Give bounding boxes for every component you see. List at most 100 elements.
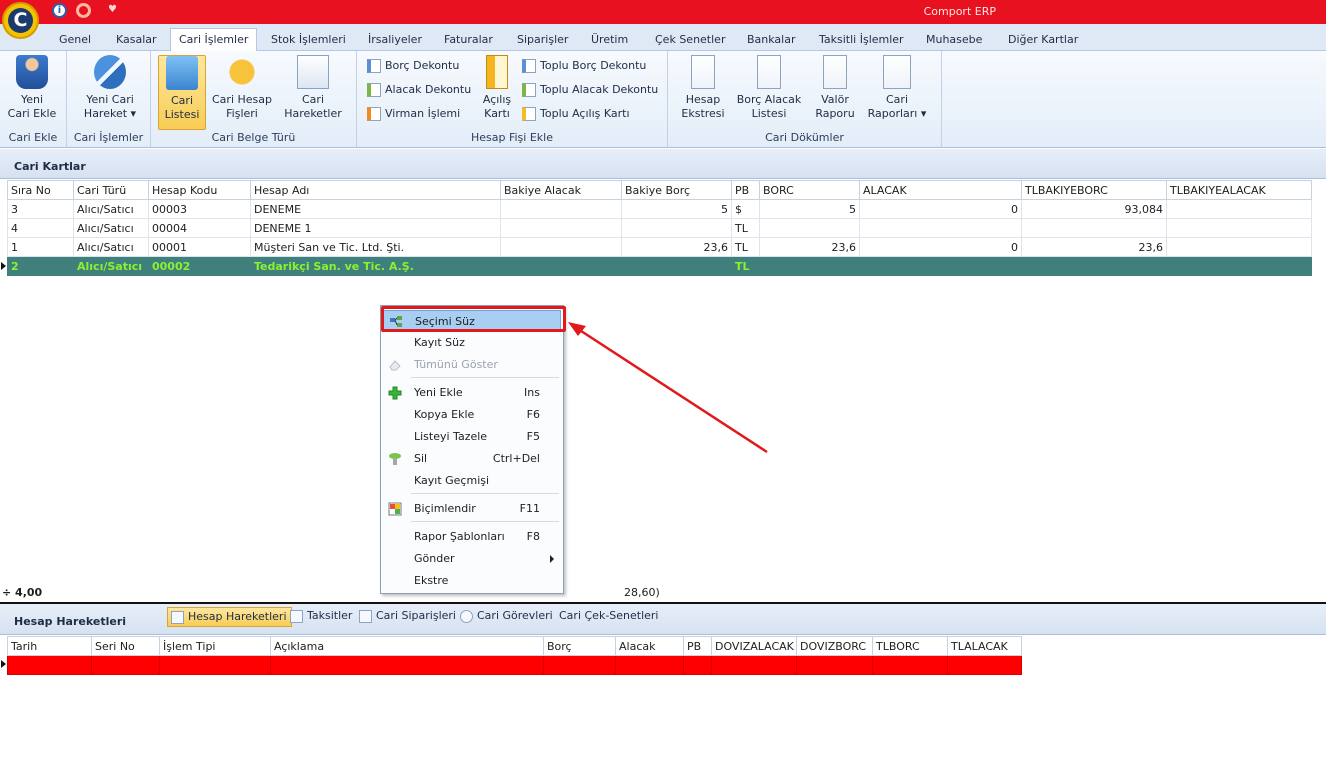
- table-row[interactable]: 3 Alıcı/Satıcı 00003 DENEME 5 $ 5 0 93,0…: [7, 199, 1312, 219]
- subtab-cari-cek-senetleri[interactable]: Cari Çek-Senetleri: [540, 607, 663, 627]
- column-header[interactable]: TLBAKIYEBORC: [1021, 180, 1167, 200]
- menu-item-tumunu-goster[interactable]: Tümünü Göster: [383, 354, 561, 376]
- cari-hesap-fisleri-button[interactable]: Cari Hesap Fişleri: [212, 55, 272, 121]
- borc-dekontu-button[interactable]: Borç Dekontu: [365, 57, 459, 75]
- column-header[interactable]: PB: [731, 180, 760, 200]
- panel-title: Cari Kartlar: [14, 160, 86, 173]
- tab-genel[interactable]: Genel: [51, 29, 99, 51]
- menu-item-kopya-ekle[interactable]: Kopya Ekle F6: [383, 404, 561, 426]
- column-header[interactable]: Alacak: [615, 636, 684, 656]
- yeni-cari-ekle-button[interactable]: Yeni Cari Ekle: [6, 55, 58, 121]
- table-row-selected[interactable]: 2 Alıcı/Satıcı 00002 Tedarikçi San. ve T…: [7, 256, 1312, 276]
- format-grid-icon: [388, 502, 402, 516]
- column-header[interactable]: Bakiye Borç: [621, 180, 732, 200]
- column-header[interactable]: İşlem Tipi: [159, 636, 271, 656]
- tab-bankalar[interactable]: Bankalar: [739, 29, 804, 51]
- menu-item-yeni-ekle[interactable]: Yeni Ekle Ins: [383, 382, 561, 404]
- info-icon[interactable]: i: [52, 3, 67, 18]
- grid-footer: ÷ 4,00 28,60): [0, 584, 1326, 602]
- virman-islemi-button[interactable]: Virman İşlemi: [365, 105, 460, 123]
- borc-alacak-listesi-button[interactable]: Borç Alacak Listesi: [734, 55, 804, 121]
- menu-item-listeyi-tazele[interactable]: Listeyi Tazele F5: [383, 426, 561, 448]
- column-header[interactable]: DOVIZBORC: [796, 636, 873, 656]
- yeni-cari-hareket-button[interactable]: Yeni Cari Hareket ▾: [81, 55, 139, 121]
- column-header[interactable]: ALACAK: [859, 180, 1022, 200]
- acilis-karti-button[interactable]: Açılış Kartı: [477, 55, 517, 121]
- document-green-icon: [367, 83, 381, 97]
- calendar-icon: [290, 610, 303, 623]
- app-menu-button[interactable]: C: [2, 2, 39, 39]
- column-header[interactable]: BORC: [759, 180, 860, 200]
- tab-faturalar[interactable]: Faturalar: [436, 29, 501, 51]
- menu-item-rapor-sablonlari[interactable]: Rapor Şablonları F8: [383, 526, 561, 548]
- cari-kartlar-grid[interactable]: Sıra No Cari Türü Hesap Kodu Hesap Adı B…: [7, 180, 1312, 276]
- table-row[interactable]: 4 Alıcı/Satıcı 00004 DENEME 1 TL: [7, 218, 1312, 238]
- hesap-hareketleri-grid[interactable]: Tarih Seri No İşlem Tipi Açıklama Borç A…: [7, 636, 1022, 675]
- menu-separator: [411, 493, 559, 494]
- tab-uretim[interactable]: Üretim: [583, 29, 636, 51]
- table-row-new[interactable]: [7, 655, 1022, 675]
- cari-raporlari-button[interactable]: Cari Raporları ▾: [866, 55, 928, 121]
- column-header[interactable]: TLBAKIYEALACAK: [1166, 180, 1312, 200]
- documents-icon: [297, 55, 329, 89]
- menu-item-kayit-gecmisi[interactable]: Kayıt Geçmişi: [383, 470, 561, 492]
- ribbon-tab-bar: Genel Kasalar Cari İşlemler Stok İşlemle…: [0, 24, 1326, 52]
- menu-item-kayit-suz[interactable]: Kayıt Süz: [383, 332, 561, 354]
- column-header[interactable]: Sıra No: [7, 180, 74, 200]
- column-header[interactable]: Tarih: [7, 636, 92, 656]
- column-header[interactable]: Hesap Kodu: [148, 180, 251, 200]
- tab-siparisler[interactable]: Siparişler: [509, 29, 576, 51]
- menu-item-bicimlendir[interactable]: Biçimlendir F11: [383, 498, 561, 520]
- ribbon-group-cari-islemler: Yeni Cari Hareket ▾ Cari İşlemler: [67, 51, 151, 147]
- menu-item-gonder[interactable]: Gönder: [383, 548, 561, 570]
- toplu-borc-dekontu-button[interactable]: Toplu Borç Dekontu: [520, 57, 646, 75]
- subtab-cari-siparisleri[interactable]: Cari Siparişleri: [356, 607, 460, 627]
- ribbon-group-label: Hesap Fişi Ekle: [470, 131, 553, 144]
- toplu-acilis-karti-button[interactable]: Toplu Açılış Kartı: [520, 105, 630, 123]
- annotation-highlight-box: [381, 306, 566, 332]
- document-stack-blue-icon: [522, 59, 536, 73]
- pin-icon[interactable]: ♥: [108, 4, 118, 16]
- report-sheet-icon: [823, 55, 847, 89]
- column-header[interactable]: Bakiye Alacak: [500, 180, 622, 200]
- folder-person-icon: [166, 56, 198, 90]
- column-header[interactable]: Açıklama: [270, 636, 544, 656]
- table-row[interactable]: 1 Alıcı/Satıcı 00001 Müşteri San ve Tic.…: [7, 237, 1312, 257]
- column-header[interactable]: Hesap Adı: [250, 180, 501, 200]
- column-header[interactable]: Cari Türü: [73, 180, 149, 200]
- tab-taksitli-islemler[interactable]: Taksitli İşlemler: [811, 29, 912, 51]
- app-logo-icon: C: [8, 8, 33, 33]
- delete-icon: [389, 453, 401, 465]
- column-header[interactable]: Seri No: [91, 636, 160, 656]
- tab-kasalar[interactable]: Kasalar: [108, 29, 165, 51]
- column-header[interactable]: PB: [683, 636, 712, 656]
- ribbon-group-cari-ekle: Yeni Cari Ekle Cari Ekle: [0, 51, 67, 147]
- context-menu: Seçimi Süz Kayıt Süz Tümünü Göster Yeni …: [380, 305, 564, 594]
- ribbon-group-label: Cari İşlemler: [73, 131, 144, 144]
- alacak-dekontu-button[interactable]: Alacak Dekontu: [365, 81, 471, 99]
- column-header[interactable]: TLBORC: [872, 636, 948, 656]
- subtab-hesap-hareketleri[interactable]: Hesap Hareketleri: [167, 607, 292, 627]
- menu-item-sil[interactable]: Sil Ctrl+Del: [383, 448, 561, 470]
- submenu-arrow-icon: [550, 555, 554, 563]
- tab-cari-islemler[interactable]: Cari İşlemler: [170, 28, 258, 52]
- valor-raporu-button[interactable]: Valör Raporu: [812, 55, 858, 121]
- tab-cek-senetler[interactable]: Çek Senetler: [647, 29, 733, 51]
- tab-muhasebe[interactable]: Muhasebe: [918, 29, 990, 51]
- transfer-arrows-icon: [94, 55, 126, 89]
- cari-listesi-button[interactable]: Cari Listesi: [158, 55, 206, 130]
- document-blue-icon: [367, 59, 381, 73]
- column-header[interactable]: TLALACAK: [947, 636, 1022, 656]
- menu-item-ekstre[interactable]: Ekstre: [383, 570, 561, 592]
- tab-irsaliyeler[interactable]: İrsaliyeler: [360, 29, 430, 51]
- toplu-alacak-dekontu-button[interactable]: Toplu Alacak Dekontu: [520, 81, 658, 99]
- subtab-taksitler[interactable]: Taksitler: [287, 607, 356, 627]
- column-header[interactable]: DOVIZALACAK: [711, 636, 797, 656]
- cari-hareketler-button[interactable]: Cari Hareketler: [282, 55, 344, 121]
- hesap-ekstresi-button[interactable]: Hesap Ekstresi: [678, 55, 728, 121]
- help-ring-icon[interactable]: [76, 3, 91, 18]
- tab-diger-kartlar[interactable]: Diğer Kartlar: [1000, 29, 1086, 51]
- column-header[interactable]: Borç: [543, 636, 616, 656]
- tab-stok-islemleri[interactable]: Stok İşlemleri: [263, 29, 354, 51]
- ribbon-group-cari-belge-turu: Cari Listesi Cari Hesap Fişleri Cari Har…: [151, 51, 357, 147]
